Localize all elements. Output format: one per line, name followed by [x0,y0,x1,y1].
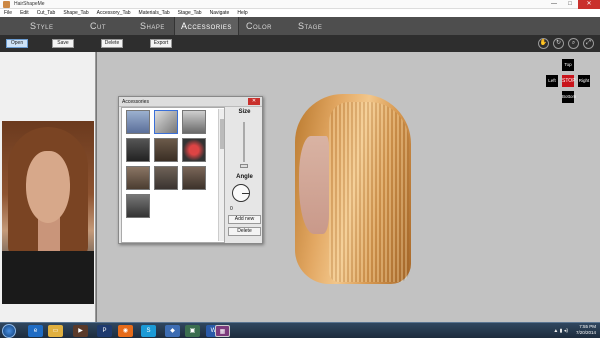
accessory-thumb-hair-tie[interactable] [182,166,206,190]
reference-photo [2,121,94,304]
menu-accessory-tab[interactable]: Accessory_Tab [93,9,135,17]
export-button[interactable]: Export [150,39,172,48]
tab-shape[interactable]: Shape [140,17,165,35]
open-button[interactable]: Open [6,39,28,48]
zoom-icon[interactable]: ⌕ [568,38,579,49]
app-icon-green[interactable]: ▣ [185,325,200,337]
accessories-dialog: Accessories ✕ Size Angle 0 Add new Delet… [118,96,263,244]
main-tabs: Style Cut Shape Accessories Color Stage [0,17,600,35]
menu-bar: File Edit Cut_Tab Shape_Tab Accessory_Ta… [0,9,600,17]
taskbar: e ▭ ▶ P ◉ S ◆ ▣ W ▦ ▲ ▮ ◂) 7:55 PM 7/20/… [0,322,600,338]
angle-label: Angle [236,174,253,180]
menu-file[interactable]: File [0,9,16,17]
fullscreen-icon[interactable]: ⤢ [583,38,594,49]
grid-scrollbar[interactable] [218,109,224,241]
clock-date: 7/20/2014 [575,330,596,335]
accessory-thumb-braid[interactable] [154,166,178,190]
folder-icon[interactable]: ▭ [48,325,63,337]
nav-right-button[interactable]: Right [578,75,590,87]
nav-stop-button[interactable]: STOP [562,75,576,87]
delete-accessory-button[interactable]: Delete [228,227,261,236]
firefox-icon[interactable]: ◉ [118,325,133,337]
media-icon[interactable]: ▶ [73,325,88,337]
angle-dial[interactable] [232,184,250,202]
app-icon-blue[interactable]: ◆ [165,325,180,337]
dialog-title: Accessories [122,99,149,105]
tab-accessories[interactable]: Accessories [174,17,239,35]
close-window-button[interactable]: ✕ [578,0,600,9]
tab-color[interactable]: Color [246,17,272,35]
menu-shape-tab[interactable]: Shape_Tab [59,9,92,17]
reference-panel [0,52,96,322]
menu-materials-tab[interactable]: Materials_Tab [135,9,174,17]
save-button[interactable]: Save [52,39,74,48]
start-button[interactable] [2,324,16,338]
title-bar: HairShapeMe — □ ✕ [0,0,600,9]
delete-button[interactable]: Delete [101,39,123,48]
accessory-controls: Size Angle 0 Add new Delete [227,107,262,243]
toolbar: Open Save Delete Export ✋ ↻ ⌕ ⤢ [0,35,600,52]
size-slider-handle[interactable] [240,164,248,168]
angle-value[interactable]: 0 [230,206,260,212]
add-new-button[interactable]: Add new [228,215,261,224]
accessory-thumb-bandana[interactable] [154,138,178,162]
dialog-title-bar: Accessories ✕ [119,97,262,107]
nav-top-button[interactable]: Top [562,59,574,71]
tab-style[interactable]: Style [30,17,54,35]
tab-cut[interactable]: Cut [90,17,106,35]
menu-navigate[interactable]: Navigate [206,9,234,17]
window-controls: — □ ✕ [546,0,600,9]
photoshop-icon[interactable]: P [97,325,112,337]
maximize-button[interactable]: □ [562,0,578,9]
accessory-thumb-hat-2[interactable] [182,110,206,134]
skype-icon[interactable]: S [141,325,156,337]
accessory-thumb-headband[interactable] [154,110,178,134]
nav-left-button[interactable]: Left [546,75,558,87]
minimize-button[interactable]: — [546,0,562,9]
menu-cut-tab[interactable]: Cut_Tab [33,9,60,17]
accessory-thumb-hair-clip[interactable] [126,138,150,162]
tab-stage[interactable]: Stage [298,17,322,35]
system-tray[interactable]: ▲ ▮ ◂) [553,328,568,334]
clock[interactable]: 7:55 PM 7/20/2014 [576,324,596,336]
accessory-grid [121,107,225,243]
dialog-close-button[interactable]: ✕ [248,98,260,105]
menu-edit[interactable]: Edit [16,9,33,17]
menu-stage-tab[interactable]: Stage_Tab [174,9,206,17]
accessory-thumb-hat-1[interactable] [126,110,150,134]
size-label: Size [238,109,251,115]
hand-icon[interactable]: ✋ [538,38,549,49]
menu-help[interactable]: Help [233,9,251,17]
ie-icon[interactable]: e [28,325,43,337]
accessory-thumb-red-hat[interactable] [182,138,206,162]
window-title: HairShapeMe [14,1,45,7]
nav-bottom-button[interactable]: Bottom [562,91,576,103]
hairshape-app-icon[interactable]: ▦ [215,325,230,337]
accessory-thumb-side-bun[interactable] [126,166,150,190]
hair-model-3d[interactable] [289,94,414,286]
app-icon [3,1,10,8]
rotate-icon[interactable]: ↻ [553,38,564,49]
accessory-thumb-glasses[interactable] [126,194,150,218]
size-slider-track[interactable] [243,122,245,162]
